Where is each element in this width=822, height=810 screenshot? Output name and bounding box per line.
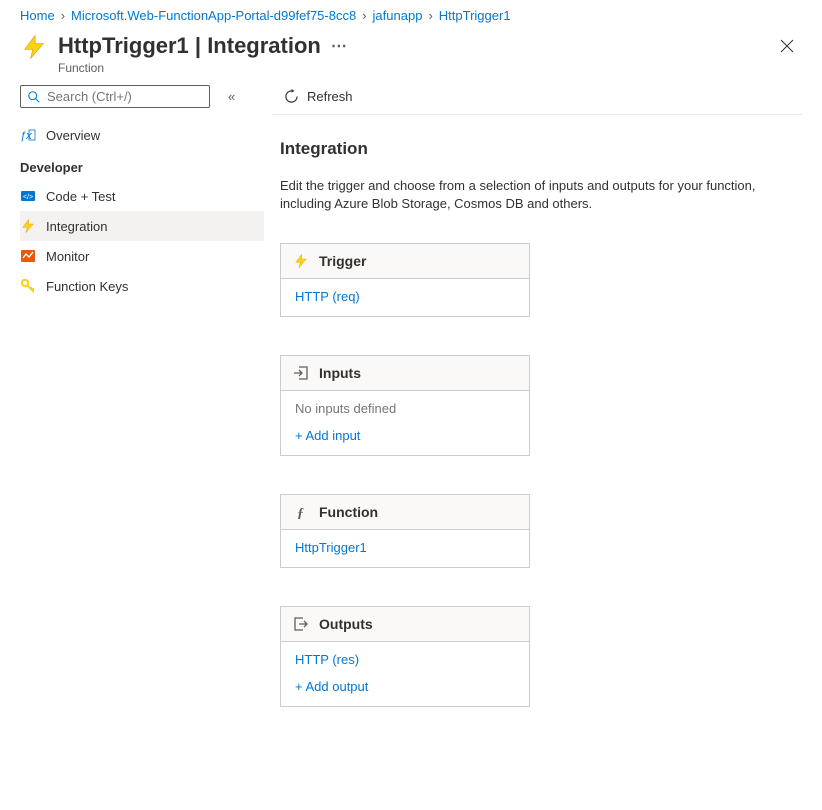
page-title-name: HttpTrigger1	[58, 33, 189, 58]
sidebar-item-label: Code + Test	[46, 189, 116, 204]
chevron-right-icon: ›	[428, 8, 432, 23]
output-arrow-icon	[293, 616, 309, 632]
lightning-icon	[20, 33, 48, 61]
card-title: Function	[319, 504, 378, 520]
breadcrumb: Home › Microsoft.Web-FunctionApp-Portal-…	[0, 0, 822, 27]
sidebar-item-code-test[interactable]: </> Code + Test	[20, 181, 264, 211]
function-card: ƒ Function HttpTrigger1	[280, 494, 530, 568]
sidebar-item-label: Function Keys	[46, 279, 128, 294]
sidebar-item-function-keys[interactable]: Function Keys	[20, 271, 264, 301]
breadcrumb-app[interactable]: jafunapp	[373, 8, 423, 23]
page-title: HttpTrigger1 | Integration ⋯	[58, 33, 772, 59]
inputs-empty-text: No inputs defined	[295, 401, 515, 416]
search-input[interactable]	[20, 85, 210, 108]
inputs-card: Inputs No inputs defined + Add input	[280, 355, 530, 456]
function-icon: ƒx	[20, 127, 36, 143]
chevron-right-icon: ›	[362, 8, 366, 23]
trigger-link[interactable]: HTTP (req)	[295, 289, 515, 304]
main-content: Refresh Integration Edit the trigger and…	[264, 85, 822, 745]
sidebar-section-developer: Developer	[20, 150, 264, 181]
card-title: Inputs	[319, 365, 361, 381]
lightning-icon	[293, 253, 309, 269]
sidebar-item-label: Overview	[46, 128, 100, 143]
key-icon	[20, 278, 36, 294]
svg-text:</>: </>	[23, 194, 33, 201]
monitor-icon	[20, 248, 36, 264]
content-title: Integration	[280, 139, 802, 159]
add-input-button[interactable]: + Add input	[295, 428, 515, 443]
sidebar-item-integration[interactable]: Integration	[20, 211, 264, 241]
page-subtitle: Function	[58, 61, 772, 75]
breadcrumb-resource-group[interactable]: Microsoft.Web-FunctionApp-Portal-d99fef7…	[71, 8, 356, 23]
page-title-sep: |	[189, 33, 207, 58]
more-icon[interactable]: ⋯	[331, 36, 348, 56]
refresh-label: Refresh	[307, 89, 353, 104]
refresh-icon	[284, 89, 299, 104]
toolbar: Refresh	[272, 85, 802, 115]
refresh-button[interactable]: Refresh	[284, 89, 353, 104]
card-title: Trigger	[319, 253, 366, 269]
code-icon: </>	[20, 188, 36, 204]
input-arrow-icon	[293, 365, 309, 381]
sidebar: « ƒx Overview Developer </> Code + Test …	[20, 85, 264, 745]
close-icon	[780, 39, 794, 53]
function-link[interactable]: HttpTrigger1	[295, 540, 515, 555]
function-f-icon: ƒ	[293, 504, 309, 520]
sidebar-item-label: Integration	[46, 219, 107, 234]
card-title: Outputs	[319, 616, 373, 632]
svg-text:ƒ: ƒ	[297, 506, 304, 520]
collapse-sidebar-button[interactable]: «	[228, 89, 235, 104]
sidebar-item-overview[interactable]: ƒx Overview	[20, 120, 264, 150]
search-field[interactable]	[47, 89, 203, 104]
function-card-header: ƒ Function	[281, 495, 529, 530]
outputs-card: Outputs HTTP (res) + Add output	[280, 606, 530, 707]
add-output-button[interactable]: + Add output	[295, 679, 515, 694]
search-icon	[27, 90, 41, 104]
breadcrumb-function[interactable]: HttpTrigger1	[439, 8, 511, 23]
page-header: HttpTrigger1 | Integration ⋯ Function	[0, 27, 822, 81]
page-title-section: Integration	[207, 33, 321, 58]
content-description: Edit the trigger and choose from a selec…	[280, 177, 790, 213]
output-link[interactable]: HTTP (res)	[295, 652, 515, 667]
trigger-card-header: Trigger	[281, 244, 529, 279]
chevron-right-icon: ›	[61, 8, 65, 23]
close-button[interactable]	[772, 33, 802, 62]
sidebar-item-monitor[interactable]: Monitor	[20, 241, 264, 271]
breadcrumb-home[interactable]: Home	[20, 8, 55, 23]
lightning-icon	[20, 218, 36, 234]
inputs-card-header: Inputs	[281, 356, 529, 391]
trigger-card: Trigger HTTP (req)	[280, 243, 530, 317]
sidebar-item-label: Monitor	[46, 249, 89, 264]
outputs-card-header: Outputs	[281, 607, 529, 642]
